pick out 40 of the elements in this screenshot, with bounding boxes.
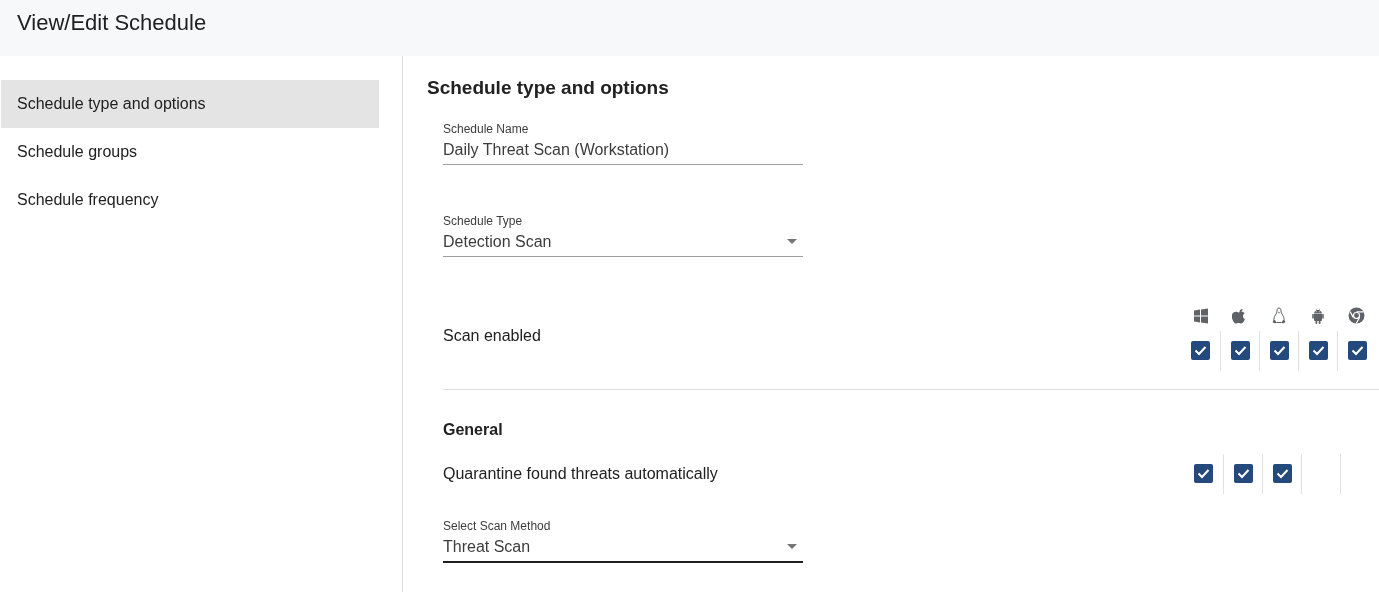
sidebar-item[interactable]: Schedule groups xyxy=(1,128,379,176)
page-title: View/Edit Schedule xyxy=(17,9,207,37)
checkmark-icon xyxy=(1272,345,1286,356)
checkmark-icon xyxy=(1275,468,1289,479)
checkbox[interactable] xyxy=(1194,464,1213,483)
field-value: Threat Scan xyxy=(443,536,531,557)
checkmark-icon xyxy=(1311,345,1325,356)
field-label: Select Scan Method xyxy=(443,518,552,533)
windows-icon xyxy=(1192,307,1209,324)
select-field[interactable]: Select Scan Method Threat Scan xyxy=(443,509,803,563)
checkbox[interactable] xyxy=(1191,341,1210,360)
checkbox[interactable] xyxy=(1233,464,1253,483)
checkmark-icon xyxy=(1350,345,1364,356)
sidebar-item[interactable]: Schedule frequency xyxy=(1,176,379,224)
group-heading: General xyxy=(443,419,504,440)
field-label: Schedule Name xyxy=(443,121,530,136)
field-value: Daily Threat Scan (Workstation) xyxy=(443,139,670,160)
field-value: Detection Scan xyxy=(443,231,552,252)
dropdown-caret-icon xyxy=(787,544,797,549)
row-label: Quarantine found threats automatically xyxy=(443,463,718,484)
checkmark-icon xyxy=(1194,345,1207,356)
checkbox[interactable] xyxy=(1347,341,1367,360)
checkmark-icon xyxy=(1233,345,1247,356)
checkbox[interactable] xyxy=(1230,341,1250,360)
apple-icon xyxy=(1231,307,1248,324)
android-icon xyxy=(1309,307,1326,324)
checkbox[interactable] xyxy=(1272,464,1292,483)
chrome-icon xyxy=(1348,307,1365,324)
checkbox[interactable] xyxy=(1269,341,1289,360)
select-field[interactable]: Schedule Type Detection Scan xyxy=(443,204,803,257)
row-label: Scan enabled xyxy=(443,325,541,346)
section-title: Schedule type and options xyxy=(427,76,670,100)
checkmark-icon xyxy=(1236,468,1250,479)
checkbox[interactable] xyxy=(1308,341,1328,360)
text-field[interactable]: Schedule Name Daily Threat Scan (Workstation) xyxy=(443,112,803,165)
sidebar-item[interactable]: Schedule type and options xyxy=(1,80,379,128)
dropdown-caret-icon xyxy=(787,239,797,244)
field-label: Schedule Type xyxy=(443,213,524,228)
penguin-icon xyxy=(1270,307,1287,324)
checkmark-icon xyxy=(1197,468,1210,479)
